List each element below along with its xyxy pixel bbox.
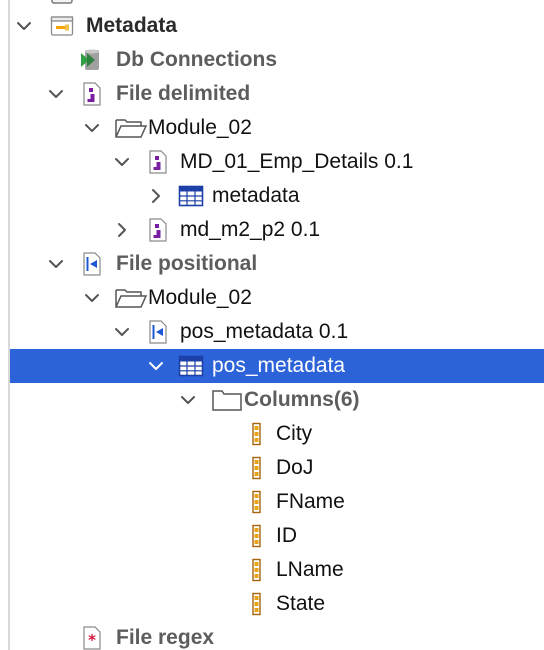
tree-item-metadata[interactable]: metadata: [10, 179, 544, 213]
tree-item-city[interactable]: City: [10, 417, 544, 451]
file-positional-icon: [146, 320, 170, 344]
tree-item-label: MD_01_Emp_Details 0.1: [180, 150, 414, 173]
column-icon: [246, 524, 270, 548]
tree-item-state[interactable]: State: [10, 587, 544, 621]
tree-item-label: Db Connections: [116, 48, 277, 71]
file-delimited-icon: [80, 82, 104, 106]
tree-item-label: DoJ: [276, 456, 314, 479]
tree-item-file-regex[interactable]: * File regex: [10, 621, 544, 650]
chevron-down-icon[interactable]: [112, 315, 132, 349]
tree-item-module-02[interactable]: Module_02: [10, 111, 544, 145]
table-icon: [178, 184, 204, 208]
tree-item-label: Module_02: [148, 286, 252, 309]
tree-item-file-delimited[interactable]: File delimited: [10, 77, 544, 111]
chevron-down-icon[interactable]: [46, 247, 66, 281]
column-icon: [246, 592, 270, 616]
file-regex-icon: *: [80, 626, 104, 650]
tree-item-label: ID: [276, 524, 297, 547]
tree-item-label: md_m2_p2 0.1: [180, 218, 321, 241]
tree-item-label: Metadata: [86, 14, 178, 37]
file-delimited-icon: [146, 150, 170, 174]
tree-item-module-02[interactable]: Module_02: [10, 281, 544, 315]
tree-item-lname[interactable]: LName: [10, 553, 544, 587]
tree-item-label: pos_metadata: [212, 354, 346, 377]
repository-tree: Metadata Db Connections File delimited Modu…: [0, 0, 544, 650]
partial-item-icon: [50, 0, 74, 5]
table-icon: [178, 354, 204, 378]
tree-item-id[interactable]: ID: [10, 519, 544, 553]
chevron-down-icon[interactable]: [178, 383, 198, 417]
svg-text:*: *: [88, 631, 96, 649]
column-icon: [246, 558, 270, 582]
tree-item-db-connections[interactable]: Db Connections: [10, 43, 544, 77]
tree-item-pos-metadata[interactable]: pos_metadata: [10, 349, 544, 383]
chevron-right-icon[interactable]: [146, 179, 166, 213]
tree-item-file-positional[interactable]: File positional: [10, 247, 544, 281]
chevron-down-icon[interactable]: [82, 281, 102, 315]
folder-icon: [210, 388, 242, 412]
column-icon: [246, 490, 270, 514]
file-positional-icon: [80, 252, 104, 276]
column-icon: [246, 422, 270, 446]
tree-item-label: City: [276, 422, 313, 445]
chevron-down-icon[interactable]: [14, 9, 34, 43]
folder-open-icon: [114, 116, 148, 140]
file-delimited-icon: [146, 218, 170, 242]
tree-item-label: Module_02: [148, 116, 252, 139]
tree-item-label: File delimited: [116, 82, 251, 105]
column-icon: [246, 456, 270, 480]
tree-item-label: File positional: [116, 252, 258, 275]
tree-item-label: Columns(6): [244, 388, 360, 411]
chevron-down-icon[interactable]: [112, 145, 132, 179]
tree-item-label: File regex: [116, 626, 215, 649]
tree-item-label: LName: [276, 558, 344, 581]
tree-item-pos-metadata-0-1[interactable]: pos_metadata 0.1: [10, 315, 544, 349]
tree-item-label: pos_metadata 0.1: [180, 320, 349, 343]
tree-item-label: metadata: [212, 184, 300, 207]
chevron-down-icon[interactable]: [146, 349, 166, 383]
chevron-right-icon[interactable]: [112, 213, 132, 247]
tree-item-metadata[interactable]: Metadata: [10, 9, 544, 43]
chevron-down-icon[interactable]: [82, 111, 102, 145]
db-connections-icon: [80, 48, 104, 72]
tree-item-doj[interactable]: DoJ: [10, 451, 544, 485]
tree-item-label: FName: [276, 490, 345, 513]
metadata-folder-icon: [50, 14, 74, 38]
tree-item-columns-6[interactable]: Columns(6): [10, 383, 544, 417]
folder-open-icon: [114, 286, 148, 310]
tree-item-md-01-emp-details-0-1[interactable]: MD_01_Emp_Details 0.1: [10, 145, 544, 179]
chevron-down-icon[interactable]: [46, 77, 66, 111]
tree-item-md-m2-p2-0-1[interactable]: md_m2_p2 0.1: [10, 213, 544, 247]
tree-item-label: State: [276, 592, 326, 615]
tree-item-fname[interactable]: FName: [10, 485, 544, 519]
